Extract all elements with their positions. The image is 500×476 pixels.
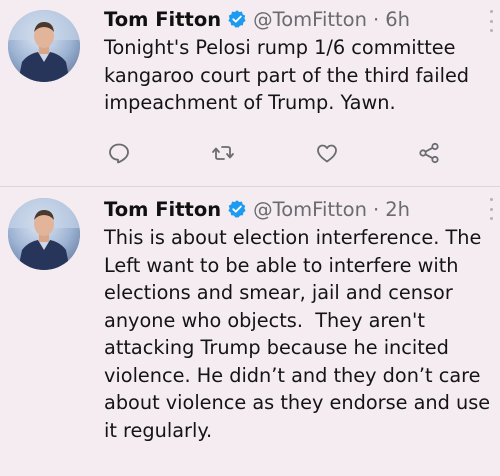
tweet-text-line: Left want to be able to interfere with xyxy=(104,253,459,277)
avatar[interactable] xyxy=(8,198,80,270)
author-name[interactable]: Tom Fitton xyxy=(104,198,221,221)
tweet-text-line: it regularly. xyxy=(104,418,213,442)
tweet[interactable]: Tom Fitton @TomFitton · 2h This is about… xyxy=(0,0,500,442)
timestamp[interactable]: 2h xyxy=(385,198,410,221)
tweet-text-line: about violence as they endorse and use xyxy=(104,391,491,414)
tweet-text-line: anyone who objects. They aren't xyxy=(104,308,425,332)
separator-dot: · xyxy=(372,197,380,221)
tweet-text: This is about election interference. The… xyxy=(104,224,496,444)
more-options-icon[interactable] xyxy=(488,198,494,220)
tweet-feed: Tom Fitton @TomFitton · 6h Tonight's Pel… xyxy=(0,0,500,476)
tweet-text-line: attacking Trump because he incited xyxy=(104,336,449,359)
tweet-header: Tom Fitton @TomFitton · 2h xyxy=(104,195,410,223)
tweet-text-line: violence. He didn’t and they don’t care xyxy=(104,363,481,387)
verified-badge-icon xyxy=(227,199,247,219)
tweet-text-line: elections and smear, jail and censor xyxy=(104,281,453,304)
tweet-text-line: This is about election interference. The xyxy=(104,226,482,249)
author-handle[interactable]: @TomFitton xyxy=(253,198,367,221)
